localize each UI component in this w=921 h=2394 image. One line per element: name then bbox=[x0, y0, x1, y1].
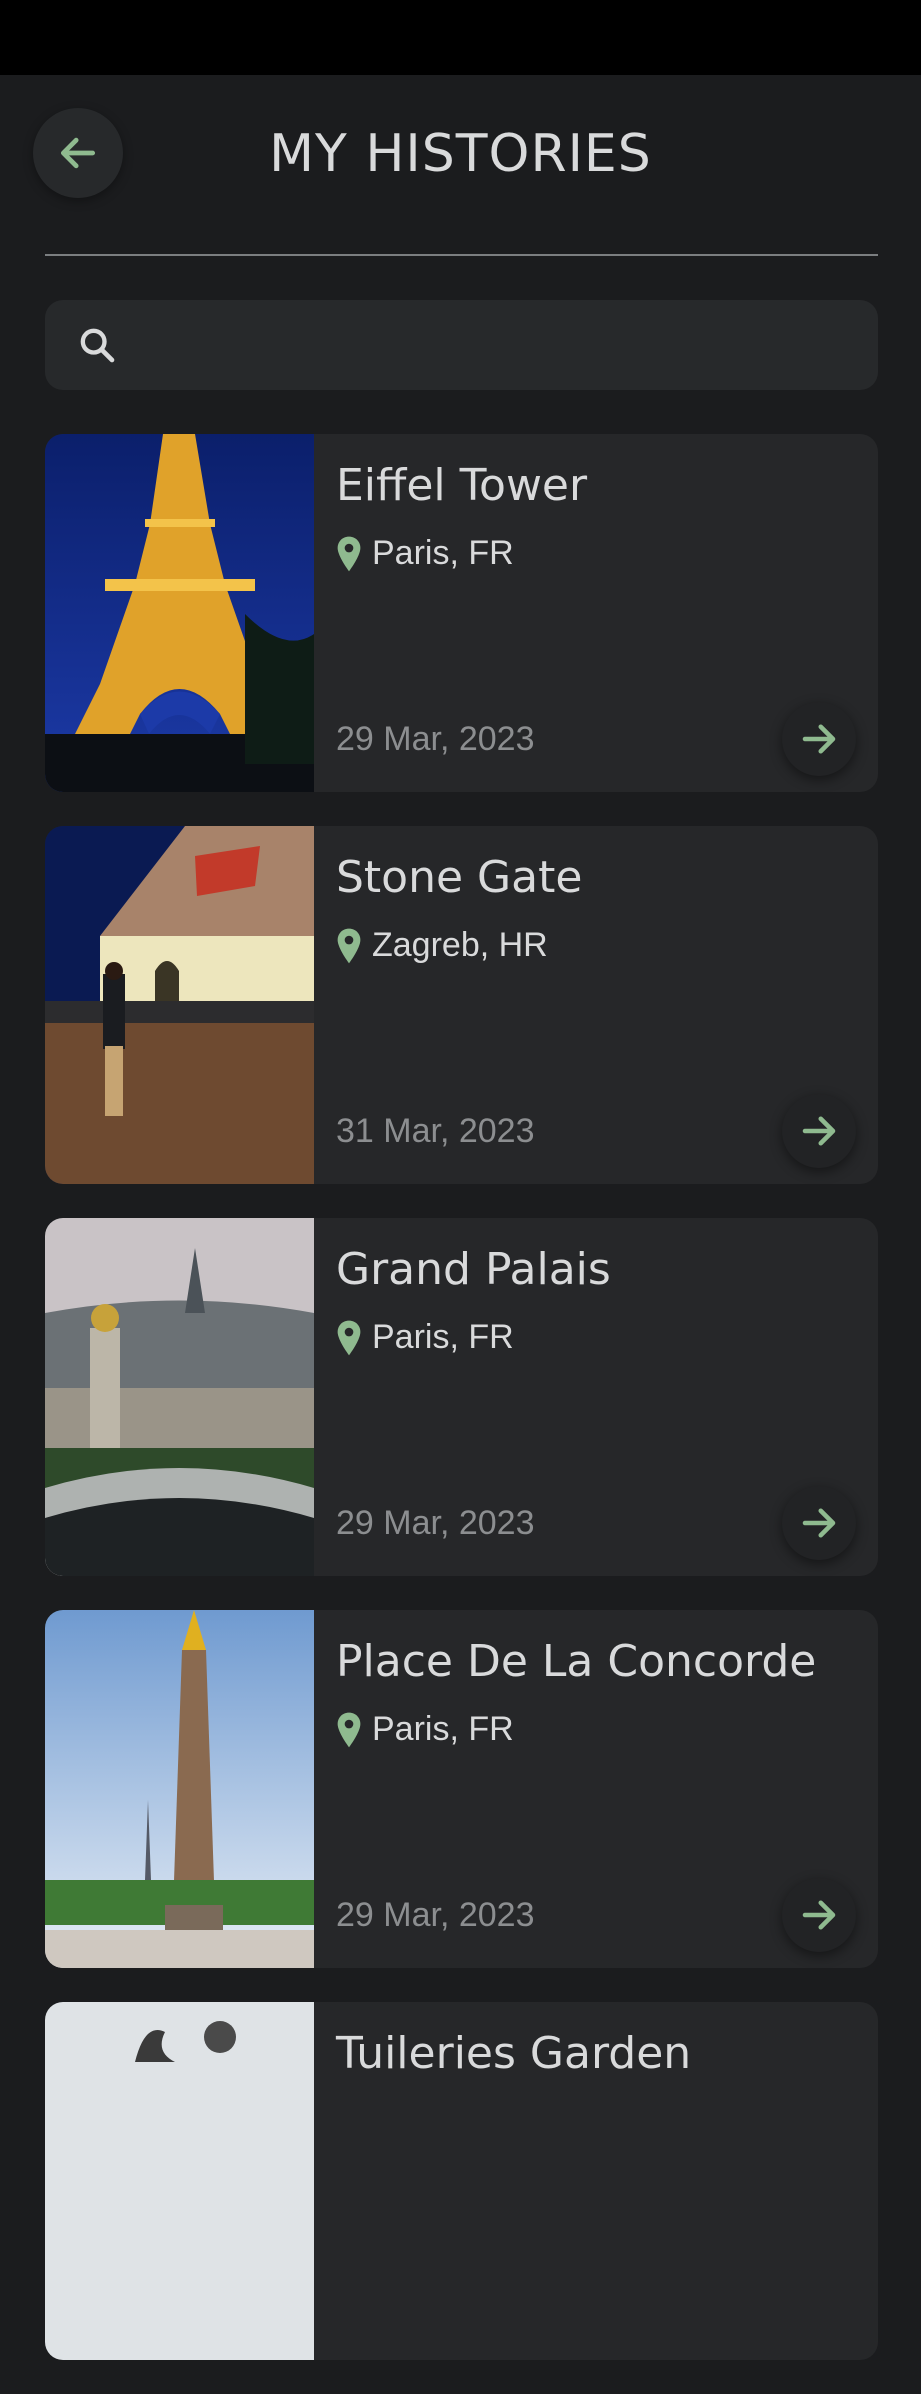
location-pin-icon bbox=[337, 1712, 361, 1747]
history-card[interactable]: Stone Gate Zagreb, HR 31 Mar, 2023 bbox=[45, 826, 878, 1184]
search-input[interactable] bbox=[145, 300, 849, 392]
history-title: Eiffel Tower bbox=[336, 460, 588, 511]
history-date: 29 Mar, 2023 bbox=[336, 1504, 535, 1542]
history-date: 29 Mar, 2023 bbox=[336, 720, 535, 758]
history-location: Paris, FR bbox=[336, 1710, 514, 1749]
search-bar[interactable] bbox=[45, 300, 878, 392]
location-text: Paris, FR bbox=[372, 1710, 514, 1748]
search-icon bbox=[80, 328, 115, 363]
history-location: Zagreb, HR bbox=[336, 926, 548, 965]
history-title: Stone Gate bbox=[336, 852, 583, 903]
status-bar bbox=[0, 0, 921, 75]
location-text: Paris, FR bbox=[372, 534, 514, 572]
location-pin-icon bbox=[337, 928, 361, 963]
history-card[interactable]: Grand Palais Paris, FR 29 Mar, 2023 bbox=[45, 1218, 878, 1576]
arrow-right-icon bbox=[802, 1116, 836, 1146]
arrow-right-icon bbox=[802, 724, 836, 754]
open-history-button[interactable] bbox=[782, 1486, 856, 1560]
header-divider bbox=[45, 254, 878, 256]
history-title: Place De La Concorde bbox=[336, 1636, 817, 1687]
arrow-right-icon bbox=[802, 1900, 836, 1930]
page-title: MY HISTORIES bbox=[269, 124, 652, 184]
history-thumbnail bbox=[45, 2002, 314, 2360]
history-location: Paris, FR bbox=[336, 534, 514, 573]
history-title: Grand Palais bbox=[336, 1244, 611, 1295]
history-title: Tuileries Garden bbox=[336, 2028, 692, 2079]
open-history-button[interactable] bbox=[782, 1878, 856, 1952]
location-text: Zagreb, HR bbox=[372, 926, 548, 964]
history-date: 29 Mar, 2023 bbox=[336, 1896, 535, 1934]
history-card[interactable]: Place De La Concorde Paris, FR 29 Mar, 2… bbox=[45, 1610, 878, 1968]
location-pin-icon bbox=[337, 1320, 361, 1355]
history-card[interactable]: Tuileries Garden bbox=[45, 2002, 878, 2360]
arrow-right-icon bbox=[802, 1508, 836, 1538]
history-location: Paris, FR bbox=[336, 1318, 514, 1357]
location-text: Paris, FR bbox=[372, 1318, 514, 1356]
history-thumbnail bbox=[45, 1218, 314, 1576]
history-thumbnail bbox=[45, 434, 314, 792]
location-pin-icon bbox=[337, 536, 361, 571]
open-history-button[interactable] bbox=[782, 1094, 856, 1168]
open-history-button[interactable] bbox=[782, 702, 856, 776]
history-list: Eiffel Tower Paris, FR 29 Mar, 2023 Ston… bbox=[45, 434, 878, 2394]
history-thumbnail bbox=[45, 826, 314, 1184]
history-date: 31 Mar, 2023 bbox=[336, 1112, 535, 1150]
history-card[interactable]: Eiffel Tower Paris, FR 29 Mar, 2023 bbox=[45, 434, 878, 792]
history-thumbnail bbox=[45, 1610, 314, 1968]
